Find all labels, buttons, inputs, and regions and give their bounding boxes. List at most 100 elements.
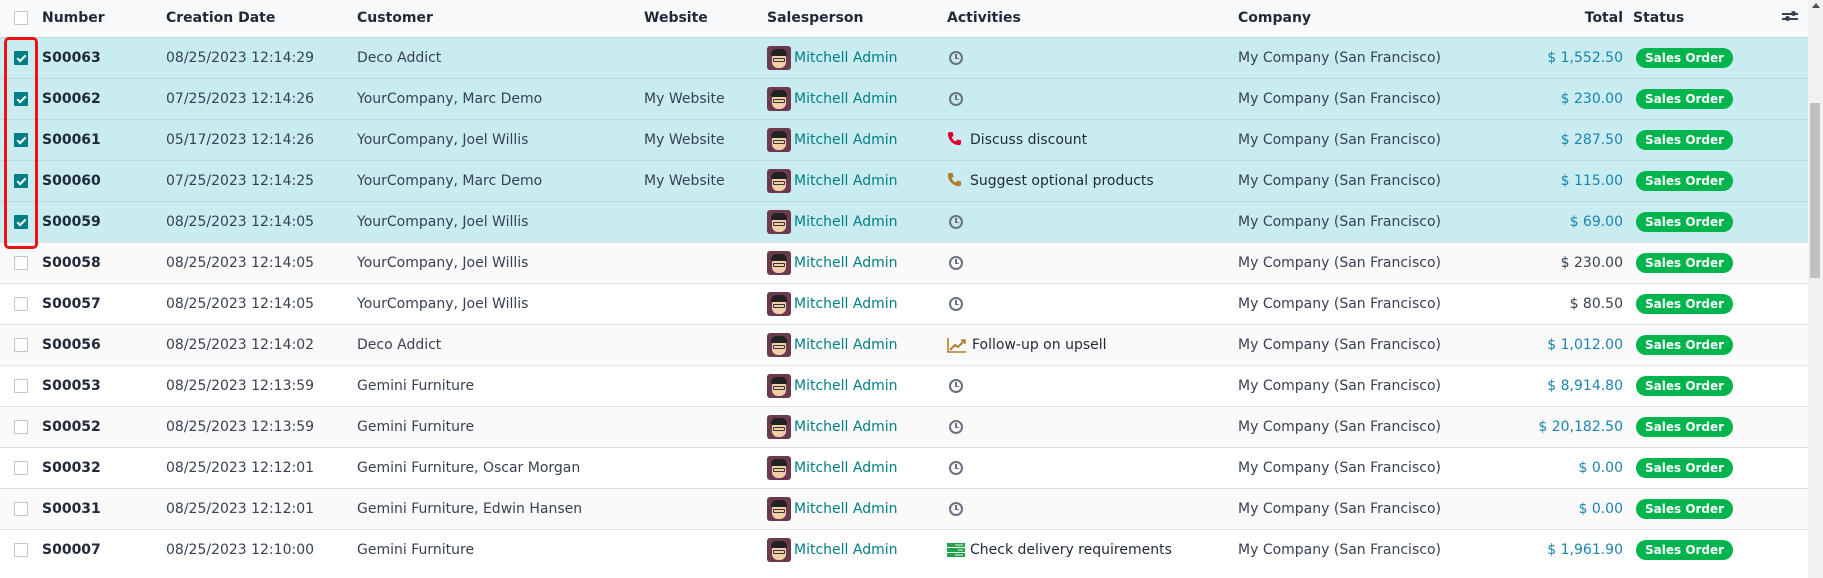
table-row[interactable]: S00058 08/25/2023 12:14:05 YourCompany, … bbox=[0, 242, 1808, 283]
salesperson-avatar[interactable] bbox=[767, 537, 791, 562]
activity[interactable] bbox=[947, 214, 1238, 229]
clock-icon[interactable] bbox=[949, 378, 963, 393]
clock-icon[interactable] bbox=[949, 91, 963, 106]
row-checkbox[interactable] bbox=[14, 337, 28, 352]
salesperson-name[interactable]: Mitchell Admin bbox=[794, 419, 898, 435]
row-checkbox[interactable] bbox=[14, 419, 28, 434]
salesperson-avatar[interactable] bbox=[767, 496, 791, 521]
table-row[interactable]: S00032 08/25/2023 12:12:01 Gemini Furnit… bbox=[0, 447, 1808, 488]
table-row[interactable]: S00007 08/25/2023 12:10:00 Gemini Furnit… bbox=[0, 529, 1808, 570]
clock-icon[interactable] bbox=[949, 255, 963, 270]
activity[interactable] bbox=[947, 91, 1238, 106]
activity[interactable] bbox=[947, 255, 1238, 270]
row-checkbox[interactable] bbox=[14, 255, 28, 270]
table-row[interactable]: S00061 05/17/2023 12:14:26 YourCompany, … bbox=[0, 119, 1808, 160]
row-checkbox[interactable] bbox=[14, 173, 28, 188]
salesperson-name[interactable]: Mitchell Admin bbox=[794, 50, 898, 66]
table-row[interactable]: S00031 08/25/2023 12:12:01 Gemini Furnit… bbox=[0, 488, 1808, 529]
optional-columns-toggle[interactable] bbox=[1778, 0, 1808, 37]
salesperson-avatar[interactable] bbox=[767, 291, 791, 316]
column-header-customer[interactable]: Customer bbox=[357, 0, 644, 37]
activity[interactable] bbox=[947, 419, 1238, 434]
salesperson-name[interactable]: Mitchell Admin bbox=[794, 460, 898, 476]
activity[interactable]: Discuss discount bbox=[947, 131, 1238, 149]
salesperson-name[interactable]: Mitchell Admin bbox=[794, 378, 898, 394]
salesperson-avatar[interactable] bbox=[767, 455, 791, 480]
table-row[interactable]: S00059 08/25/2023 12:14:05 YourCompany, … bbox=[0, 201, 1808, 242]
salesperson-avatar[interactable] bbox=[767, 414, 791, 439]
salesperson-name[interactable]: Mitchell Admin bbox=[794, 214, 898, 230]
salesperson-avatar[interactable] bbox=[767, 127, 791, 152]
salesperson-name[interactable]: Mitchell Admin bbox=[794, 501, 898, 517]
activity[interactable] bbox=[947, 501, 1238, 516]
clock-icon[interactable] bbox=[949, 214, 963, 229]
salesperson-avatar[interactable] bbox=[767, 45, 791, 70]
salesperson-avatar[interactable] bbox=[767, 209, 791, 234]
row-checkbox[interactable] bbox=[14, 296, 28, 311]
row-checkbox[interactable] bbox=[14, 214, 28, 229]
table-row[interactable]: S00060 07/25/2023 12:14:25 YourCompany, … bbox=[0, 160, 1808, 201]
activity[interactable] bbox=[947, 296, 1238, 311]
total-amount: $ 230.00 bbox=[1560, 254, 1623, 271]
salesperson-avatar[interactable] bbox=[767, 373, 791, 398]
salesperson-avatar[interactable] bbox=[767, 168, 791, 193]
row-checkbox[interactable] bbox=[14, 501, 28, 516]
column-header-total[interactable]: Total bbox=[1538, 0, 1633, 37]
activity-summary[interactable]: Suggest optional products bbox=[970, 173, 1154, 189]
activity-summary[interactable]: Follow-up on upsell bbox=[972, 337, 1107, 353]
clock-icon[interactable] bbox=[949, 501, 963, 516]
salesperson-avatar[interactable] bbox=[767, 86, 791, 111]
activity[interactable] bbox=[947, 460, 1238, 475]
phone-icon[interactable] bbox=[947, 172, 965, 190]
salesperson-name[interactable]: Mitchell Admin bbox=[794, 296, 898, 312]
table-row[interactable]: S00053 08/25/2023 12:13:59 Gemini Furnit… bbox=[0, 365, 1808, 406]
chart-line-icon[interactable] bbox=[947, 337, 967, 353]
vertical-scrollbar[interactable] bbox=[1808, 0, 1823, 578]
select-all-checkbox[interactable] bbox=[14, 11, 28, 26]
row-checkbox[interactable] bbox=[14, 378, 28, 393]
table-row[interactable]: S00057 08/25/2023 12:14:05 YourCompany, … bbox=[0, 283, 1808, 324]
website bbox=[644, 488, 767, 529]
column-header-website[interactable]: Website bbox=[644, 0, 767, 37]
scroll-up-arrow-icon[interactable] bbox=[1812, 3, 1820, 8]
activity[interactable]: Check delivery requirements bbox=[947, 542, 1238, 558]
row-checkbox[interactable] bbox=[14, 91, 28, 106]
salesperson-name[interactable]: Mitchell Admin bbox=[794, 542, 898, 558]
table-row[interactable]: S00063 08/25/2023 12:14:29 Deco Addict M… bbox=[0, 37, 1808, 78]
row-checkbox[interactable] bbox=[14, 132, 28, 147]
table-row[interactable]: S00062 07/25/2023 12:14:26 YourCompany, … bbox=[0, 78, 1808, 119]
salesperson-name[interactable]: Mitchell Admin bbox=[794, 132, 898, 148]
row-checkbox[interactable] bbox=[14, 542, 28, 557]
salesperson-name[interactable]: Mitchell Admin bbox=[794, 173, 898, 189]
clock-icon[interactable] bbox=[949, 296, 963, 311]
salesperson-name[interactable]: Mitchell Admin bbox=[794, 255, 898, 271]
activity-summary[interactable]: Discuss discount bbox=[970, 132, 1087, 148]
activity[interactable] bbox=[947, 50, 1238, 65]
column-header-number[interactable]: Number bbox=[42, 0, 166, 37]
salesperson-name[interactable]: Mitchell Admin bbox=[794, 337, 898, 353]
row-checkbox[interactable] bbox=[14, 460, 28, 475]
column-header-creation-date[interactable]: Creation Date bbox=[166, 0, 357, 37]
list-icon[interactable] bbox=[947, 542, 965, 557]
column-header-company[interactable]: Company bbox=[1238, 0, 1538, 37]
clock-icon[interactable] bbox=[949, 460, 963, 475]
column-header-salesperson[interactable]: Salesperson bbox=[767, 0, 947, 37]
activity[interactable] bbox=[947, 378, 1238, 393]
salesperson-name[interactable]: Mitchell Admin bbox=[794, 91, 898, 107]
salesperson-avatar[interactable] bbox=[767, 332, 791, 357]
clock-icon[interactable] bbox=[949, 419, 963, 434]
activity-summary[interactable]: Check delivery requirements bbox=[970, 542, 1172, 558]
table-row[interactable]: S00056 08/25/2023 12:14:02 Deco Addict M… bbox=[0, 324, 1808, 365]
activity[interactable]: Follow-up on upsell bbox=[947, 337, 1238, 353]
sliders-icon[interactable] bbox=[1782, 10, 1798, 22]
clock-icon[interactable] bbox=[949, 50, 963, 65]
activity[interactable]: Suggest optional products bbox=[947, 172, 1238, 190]
row-checkbox[interactable] bbox=[14, 50, 28, 65]
table-row[interactable]: S00052 08/25/2023 12:13:59 Gemini Furnit… bbox=[0, 406, 1808, 447]
salesperson-avatar[interactable] bbox=[767, 250, 791, 275]
column-header-status[interactable]: Status bbox=[1633, 0, 1778, 37]
order-number: S00059 bbox=[42, 201, 166, 242]
column-header-activities[interactable]: Activities bbox=[947, 0, 1238, 37]
phone-icon[interactable] bbox=[947, 131, 965, 149]
scrollbar-thumb[interactable] bbox=[1810, 103, 1820, 278]
